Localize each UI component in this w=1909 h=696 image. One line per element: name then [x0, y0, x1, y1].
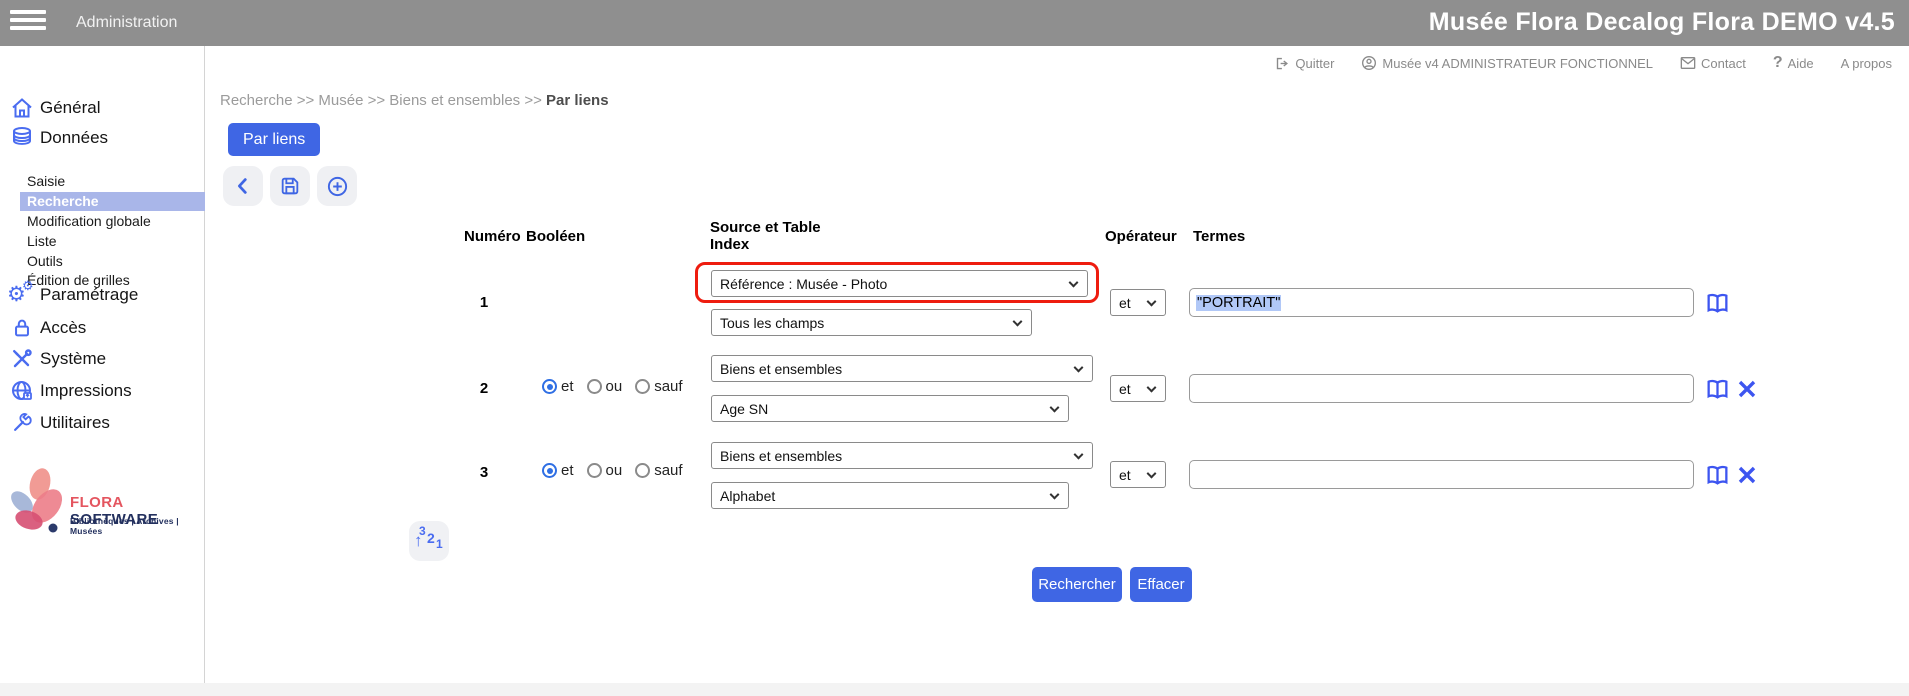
- radio-ou[interactable]: ou: [586, 462, 622, 479]
- source-select[interactable]: Biens et ensembles: [711, 442, 1093, 469]
- column-header-numero: Numéro: [464, 228, 521, 245]
- operator-select[interactable]: et: [1110, 375, 1166, 402]
- save-icon: [281, 177, 299, 195]
- tab-par-liens[interactable]: Par liens: [228, 123, 321, 156]
- radio-sauf[interactable]: sauf: [635, 462, 683, 479]
- index-select-row3[interactable]: Alphabet: [711, 482, 1069, 509]
- source-select-row2[interactable]: Biens et ensembles: [711, 355, 1093, 382]
- source-select[interactable]: Biens et ensembles: [711, 355, 1093, 382]
- row-number: 1: [479, 294, 489, 311]
- sort-numeric-button[interactable]: 3 ↑ 2 1: [409, 521, 449, 561]
- index-select[interactable]: Tous les champs: [711, 309, 1032, 336]
- source-select-row1[interactable]: Référence : Musée - Photo: [711, 270, 1088, 297]
- column-header-source: Source et Table Index: [710, 219, 821, 253]
- sidebar-item-saisie[interactable]: Saisie: [27, 173, 65, 189]
- breadcrumb: Recherche >> Musée >> Biens et ensembles…: [220, 92, 609, 109]
- envelope-icon: [1680, 57, 1696, 69]
- clear-button[interactable]: Effacer: [1130, 567, 1192, 602]
- operator-select[interactable]: et: [1110, 289, 1166, 316]
- app-label: Administration: [76, 14, 178, 31]
- index-select[interactable]: Alphabet: [711, 482, 1069, 509]
- search-button[interactable]: Rechercher: [1032, 567, 1122, 602]
- lexicon-button-row3[interactable]: [1704, 462, 1730, 488]
- help-link[interactable]: ? Aide: [1773, 54, 1814, 72]
- index-select-row2[interactable]: Age SN: [711, 395, 1069, 422]
- page-bottom-strip: [0, 683, 1909, 696]
- open-book-icon: [1707, 293, 1727, 313]
- save-button[interactable]: [270, 166, 310, 206]
- operator-select-row2[interactable]: et: [1110, 375, 1166, 402]
- globe-printer-icon: [9, 378, 35, 404]
- radio-et[interactable]: et: [542, 378, 574, 395]
- x-icon: [1738, 466, 1756, 484]
- top-links-bar: Quitter Musée v4 ADMINISTRATEUR FONCTION…: [1275, 54, 1892, 72]
- sidebar-item-recherche-active[interactable]: Recherche: [20, 192, 205, 211]
- delete-row-button-row3[interactable]: [1734, 462, 1760, 488]
- terms-input-row2[interactable]: [1189, 374, 1694, 403]
- delete-row-button-row2[interactable]: [1734, 376, 1760, 402]
- top-header-bar: Administration Musée Flora Decalog Flora…: [0, 0, 1909, 46]
- column-header-termes: Termes: [1193, 228, 1246, 245]
- operator-select[interactable]: et: [1110, 461, 1166, 488]
- selected-text: "PORTRAIT": [1196, 294, 1282, 311]
- boolean-radio-group-row2: et ou sauf: [542, 378, 683, 395]
- question-icon: ?: [1772, 54, 1783, 71]
- sidebar-item-modification-globale[interactable]: Modification globale: [27, 213, 151, 229]
- database-icon: [9, 125, 35, 151]
- logo-tagline: Bibliothèques | Archives | Musées: [70, 516, 179, 536]
- tools-icon: [9, 346, 35, 372]
- operator-select-row1[interactable]: et: [1110, 289, 1166, 316]
- flora-petals-icon: [11, 468, 63, 533]
- wrench-icon: [9, 410, 35, 436]
- open-book-icon: [1707, 379, 1727, 399]
- gears-icon: ⚙ ⚙: [7, 278, 34, 306]
- column-header-operateur: Opérateur: [1105, 228, 1177, 245]
- flora-software-logo: FLORA SOFTWARE Bibliothèques | Archives …: [6, 466, 201, 546]
- index-select[interactable]: Age SN: [711, 395, 1069, 422]
- sidebar-item-liste[interactable]: Liste: [27, 233, 57, 249]
- radio-ou[interactable]: ou: [586, 378, 622, 395]
- back-button[interactable]: [223, 166, 263, 206]
- toolbar: [223, 166, 357, 206]
- about-link[interactable]: A propos: [1841, 56, 1892, 71]
- x-icon: [1738, 380, 1756, 398]
- row-number: 2: [479, 380, 489, 397]
- plus-circle-icon: [327, 176, 347, 196]
- row-number: 3: [479, 464, 489, 481]
- source-select-row3[interactable]: Biens et ensembles: [711, 442, 1093, 469]
- column-header-booleen: Booléen: [526, 228, 586, 245]
- contact-link[interactable]: Contact: [1680, 56, 1746, 71]
- user-icon: [1362, 56, 1377, 70]
- boolean-radio-group-row3: et ou sauf: [542, 462, 683, 479]
- radio-sauf[interactable]: sauf: [635, 378, 683, 395]
- logout-link[interactable]: Quitter: [1275, 56, 1334, 71]
- logout-icon: [1277, 57, 1289, 69]
- sidebar-item-outils[interactable]: Outils: [27, 253, 63, 269]
- application-window: Administration Musée Flora Decalog Flora…: [0, 0, 1909, 696]
- hamburger-menu-icon[interactable]: [10, 10, 46, 36]
- chevron-left-icon: [237, 178, 247, 194]
- radio-et[interactable]: et: [542, 462, 574, 479]
- user-account-link[interactable]: Musée v4 ADMINISTRATEUR FONCTIONNEL: [1361, 55, 1653, 71]
- page-title: Musée Flora Decalog Flora DEMO v4.5: [1428, 8, 1895, 36]
- lock-icon: [9, 315, 35, 341]
- lexicon-button-row1[interactable]: [1704, 290, 1730, 316]
- open-book-icon: [1707, 465, 1727, 485]
- lexicon-button-row2[interactable]: [1704, 376, 1730, 402]
- operator-select-row3[interactable]: et: [1110, 461, 1166, 488]
- source-select[interactable]: Référence : Musée - Photo: [711, 270, 1088, 297]
- terms-input-row3[interactable]: [1189, 460, 1694, 489]
- home-icon: [9, 95, 35, 121]
- index-select-row1[interactable]: Tous les champs: [711, 309, 1032, 336]
- add-button[interactable]: [317, 166, 357, 206]
- terms-input-row1[interactable]: "PORTRAIT": [1189, 288, 1694, 317]
- sidebar: Général Données Saisie Recherche Modific…: [0, 46, 205, 696]
- breadcrumb-current: Par liens: [546, 92, 609, 109]
